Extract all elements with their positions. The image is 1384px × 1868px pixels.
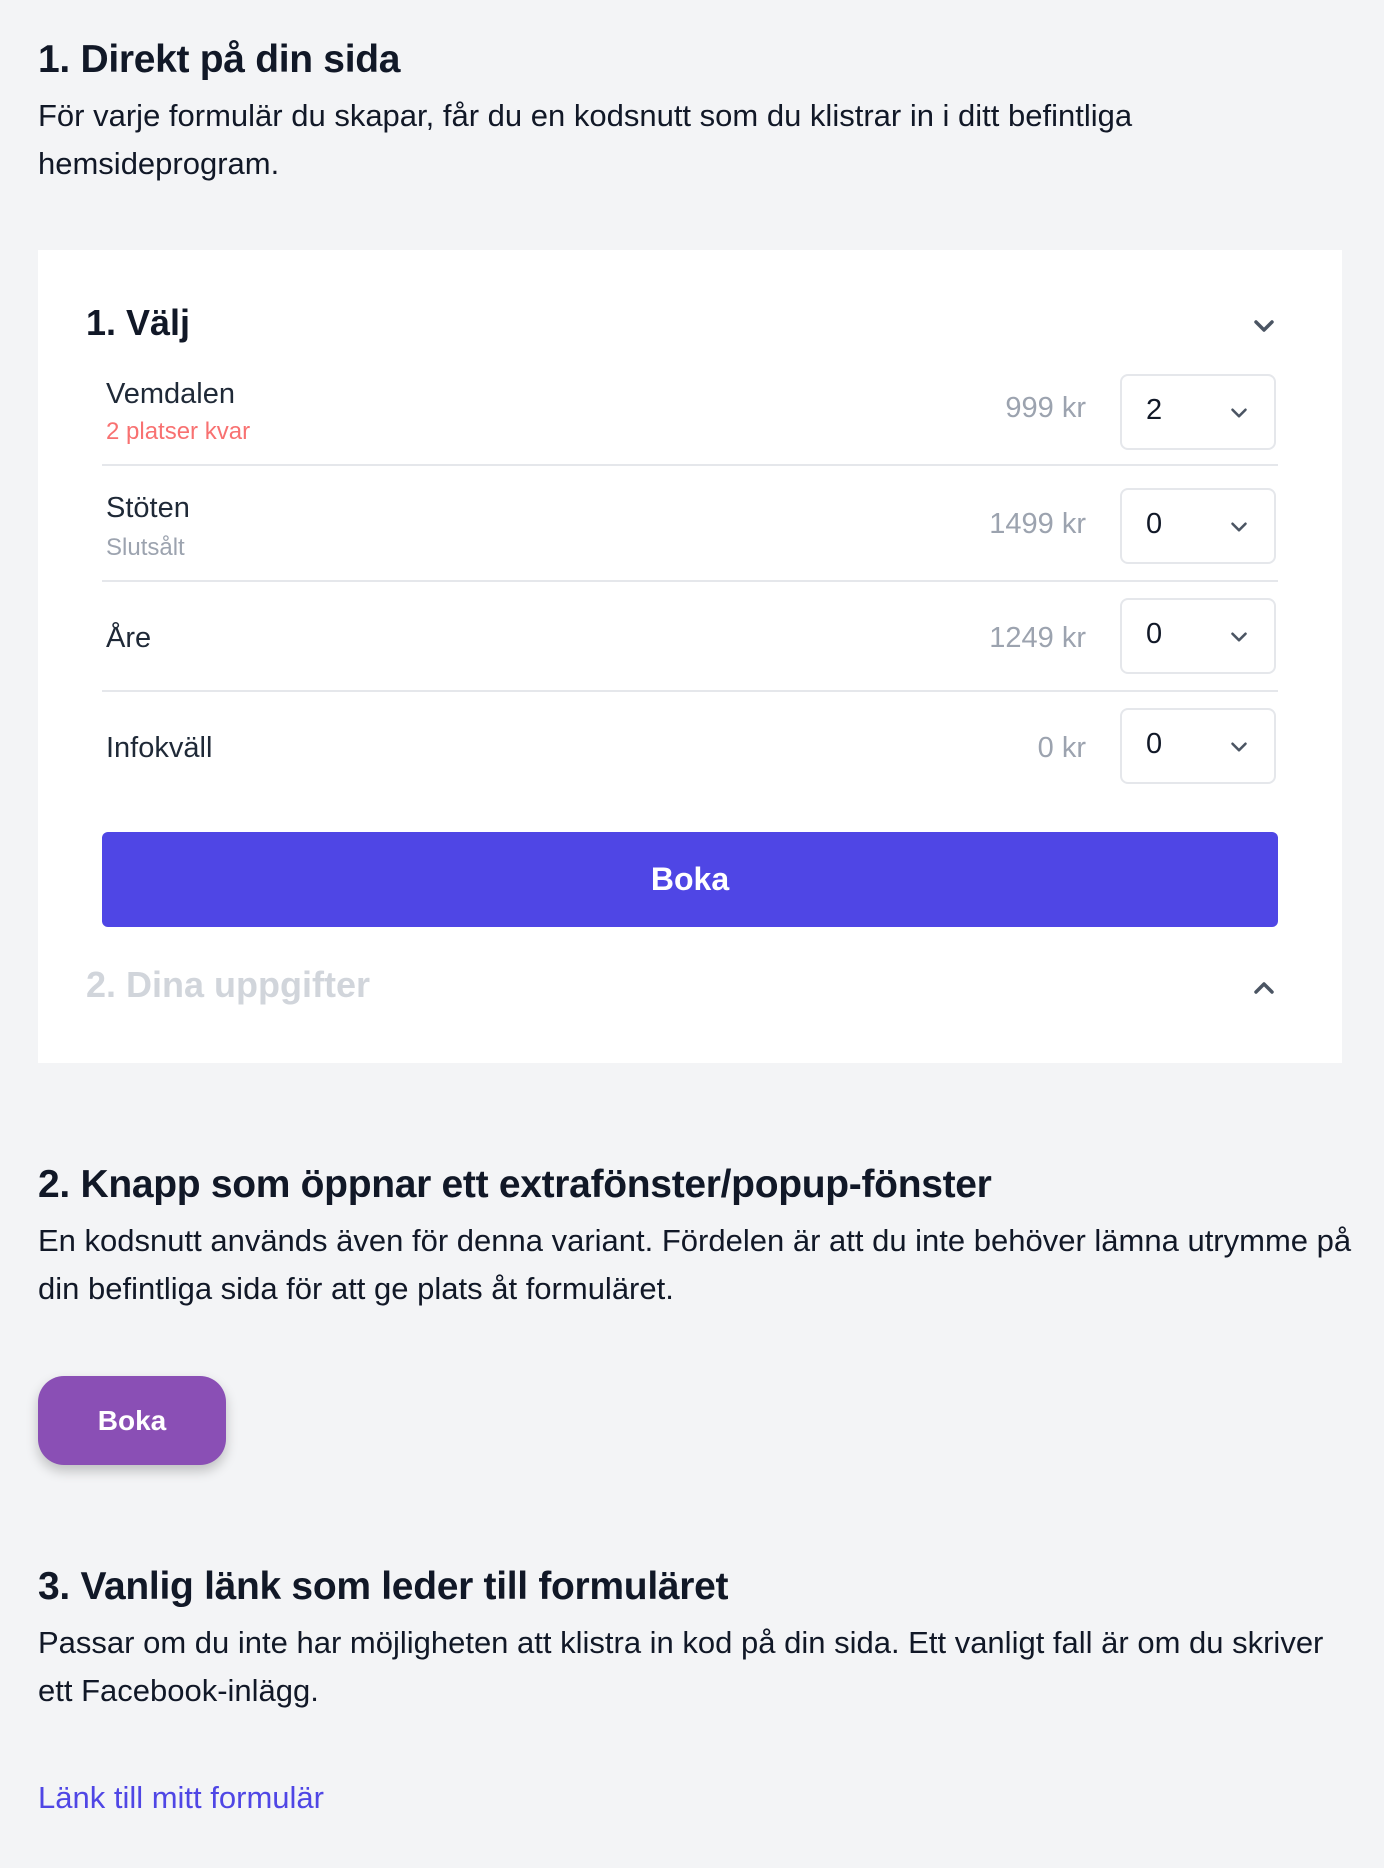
- item-name: Infokväll: [106, 732, 213, 764]
- section1-title: 1. Direkt på din sida: [38, 38, 401, 81]
- list-item: Vemdalen 2 platser kvar 999 kr 2: [102, 364, 1278, 466]
- quantity-value: 0: [1146, 508, 1163, 540]
- boka-button[interactable]: Boka: [102, 832, 1278, 927]
- popup-boka-button[interactable]: Boka: [38, 1376, 226, 1465]
- item-name: Åre: [106, 622, 152, 654]
- step1-title[interactable]: 1. Välj: [86, 302, 190, 344]
- chevron-down-icon: [1226, 624, 1252, 650]
- list-item: Åre 1249 kr 0: [102, 582, 1278, 692]
- section2-description: En kodsnutt används även för denna varia…: [38, 1223, 1352, 1306]
- quantity-select[interactable]: 0: [1120, 708, 1276, 784]
- quantity-select[interactable]: 2: [1120, 374, 1276, 450]
- item-availability: Slutsålt: [106, 534, 185, 561]
- item-name: Stöten: [106, 492, 190, 524]
- form-link[interactable]: Länk till mitt formulär: [38, 1780, 324, 1816]
- chevron-down-icon[interactable]: [1248, 310, 1280, 342]
- section3-description: Passar om du inte har möjligheten att kl…: [38, 1625, 1324, 1708]
- chevron-down-icon: [1226, 734, 1252, 760]
- step2-title[interactable]: 2. Dina uppgifter: [86, 964, 370, 1006]
- chevron-up-icon[interactable]: [1248, 972, 1280, 1004]
- section1-description: För varje formulär du skapar, får du en …: [38, 98, 1133, 181]
- quantity-select[interactable]: 0: [1120, 598, 1276, 674]
- quantity-select[interactable]: 0: [1120, 488, 1276, 564]
- section2-title: 2. Knapp som öppnar ett extrafönster/pop…: [38, 1163, 992, 1206]
- item-price: 999 kr: [1005, 392, 1086, 424]
- chevron-down-icon: [1226, 514, 1252, 540]
- item-price: 0 kr: [1037, 732, 1086, 764]
- quantity-value: 0: [1146, 728, 1163, 760]
- quantity-value: 2: [1146, 394, 1163, 426]
- booking-widget: 1. Välj Vemdalen 2 platser kvar 999 kr 2…: [38, 250, 1342, 1063]
- list-item: Infokväll 0 kr 0: [102, 692, 1278, 804]
- section3-title: 3. Vanlig länk som leder till formuläret: [38, 1565, 729, 1608]
- list-item: Stöten Slutsålt 1499 kr 0: [102, 466, 1278, 582]
- item-name: Vemdalen: [106, 378, 235, 410]
- quantity-value: 0: [1146, 618, 1163, 650]
- item-price: 1249 kr: [989, 622, 1086, 654]
- chevron-down-icon: [1226, 400, 1252, 426]
- page: 1. Direkt på din sida För varje formulär…: [0, 0, 1384, 1868]
- item-availability: 2 platser kvar: [106, 418, 251, 445]
- item-price: 1499 kr: [989, 508, 1086, 540]
